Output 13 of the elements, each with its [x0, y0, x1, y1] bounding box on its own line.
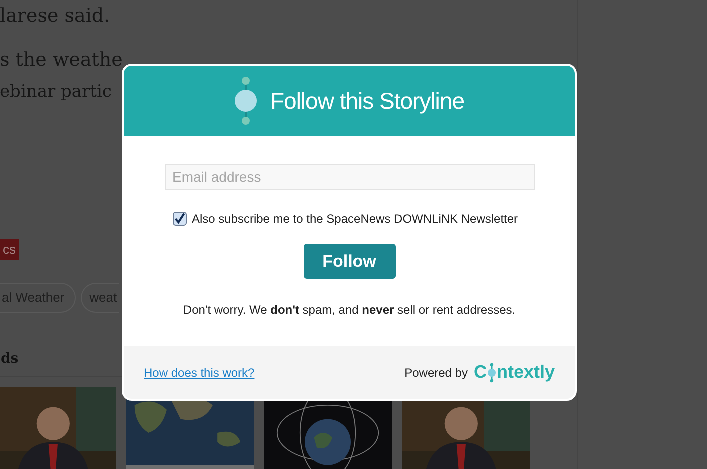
privacy-note: Don't worry. We don't spam, and never sell or rent addresses. — [183, 302, 516, 319]
dialog-title: Follow this Storyline — [270, 86, 465, 116]
storyline-icon — [234, 76, 258, 126]
newsletter-checkbox[interactable] — [172, 212, 187, 226]
contextly-logo[interactable]: C ntextly — [474, 359, 555, 386]
category-tag[interactable]: cs — [0, 239, 19, 260]
newsletter-label: Also subscribe me to the SpaceNews DOWNLiNK Newsletter — [192, 211, 518, 228]
follow-button[interactable]: Follow — [304, 244, 396, 279]
powered-by-text: Powered by — [404, 364, 468, 382]
help-link[interactable]: How does this work? — [144, 364, 255, 382]
email-field[interactable]: Email address — [164, 164, 534, 190]
section-heading: ds — [0, 351, 19, 367]
checkmark-icon — [174, 212, 186, 226]
